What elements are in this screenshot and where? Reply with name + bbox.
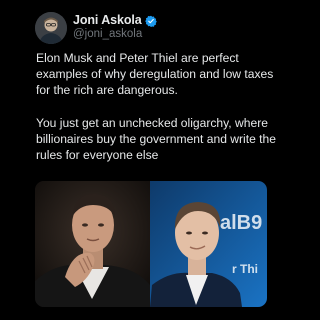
author-name-row[interactable]: Joni Askola — [73, 13, 157, 27]
avatar-photo — [35, 12, 67, 44]
author-handle[interactable]: @joni_askola — [73, 28, 142, 40]
tweet-paragraph: You just get an unchecked oligarchy, whe… — [36, 115, 276, 163]
media-image-right[interactable]: alB9 r Thi — [150, 181, 267, 307]
tweet-text: Elon Musk and Peter Thiel are perfect ex… — [36, 50, 286, 163]
backdrop-text-2: r Thi — [232, 262, 258, 276]
tweet-card: Joni Askola @joni_askola Elon Musk and P… — [0, 0, 315, 320]
tweet-media[interactable]: alB9 r Thi — [35, 181, 267, 307]
photo-elon-musk-icon — [35, 181, 150, 307]
verified-badge-icon — [144, 14, 157, 27]
photo-peter-thiel-icon: alB9 r Thi — [150, 181, 267, 307]
author-display-name[interactable]: Joni Askola — [73, 13, 142, 27]
media-image-left[interactable] — [35, 181, 150, 307]
backdrop-text: alB9 — [220, 212, 262, 234]
tweet-paragraph: Elon Musk and Peter Thiel are perfect ex… — [36, 51, 274, 98]
author-avatar[interactable] — [35, 12, 67, 44]
